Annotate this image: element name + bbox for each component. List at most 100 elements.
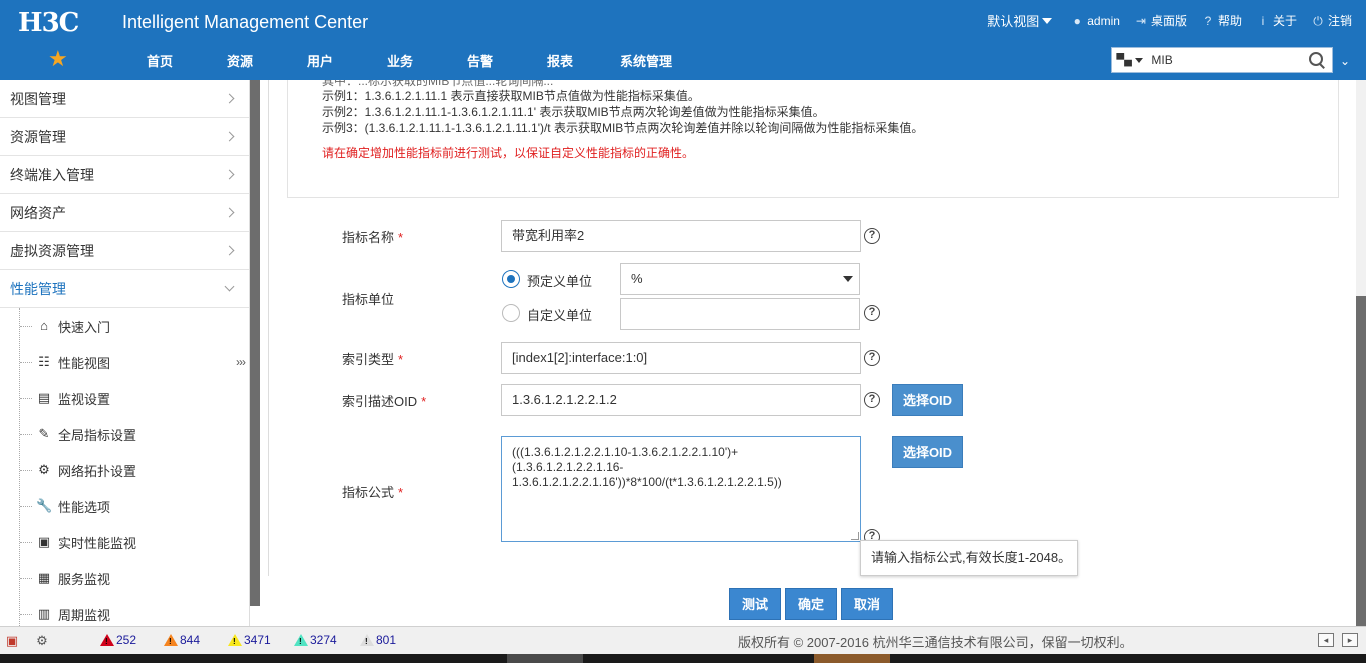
search-box: ▀▄ — [1111, 47, 1333, 73]
sub-item-quick-start[interactable]: ⌂ 快速入门 — [0, 308, 249, 344]
help-icon[interactable]: ? — [864, 305, 880, 321]
index-type-input[interactable]: [index1[2]:interface:1:0] — [501, 342, 861, 374]
name-input[interactable]: 带宽利用率2 — [501, 220, 861, 252]
sidebar-item-virtual-resource[interactable]: 虚拟资源管理 — [0, 232, 249, 270]
formula-label: 指标公式 * — [342, 482, 403, 501]
index-oid-input[interactable]: 1.3.6.1.2.1.2.2.1.2 — [501, 384, 861, 416]
sidebar-item-label: 性能管理 — [10, 280, 66, 297]
index-oid-label: 索引描述OID * — [342, 391, 426, 410]
taskbar-item[interactable] — [507, 654, 583, 663]
about-link[interactable]: i 关于 — [1256, 12, 1297, 29]
nav-item-system[interactable]: 系统管理 — [600, 51, 692, 70]
alarm-warning[interactable]: ! 3274 — [294, 633, 337, 647]
alarm-info-count: 801 — [376, 633, 397, 647]
critical-alarm-icon: ! — [100, 634, 114, 646]
unit-predefined-select[interactable]: % — [620, 263, 860, 295]
view-select[interactable]: 默认视图 — [987, 11, 1053, 30]
desktop-label: 桌面版 — [1150, 14, 1187, 28]
sidebar-item-label: 网络资产 — [10, 204, 66, 221]
main-nav: ★ 首页 资源 用户 业务 告警 报表 系统管理 ▀▄ ⌄ — [0, 40, 1366, 80]
ok-button[interactable]: 确定 — [785, 588, 837, 620]
top-right-menu: 默认视图 ● admin ⇥ 桌面版 ? 帮助 i 关于 ⏻ 注销 — [987, 11, 1352, 30]
nav-items: 首页 资源 用户 业务 告警 报表 系统管理 — [120, 40, 692, 80]
help-icon[interactable]: ? — [864, 350, 880, 366]
formula-line: (((1.3.6.1.2.1.2.2.1.10-1.3.6.2.1.2.2.1.… — [512, 445, 739, 459]
nav-item-report[interactable]: 报表 — [520, 51, 600, 70]
collapse-left-icon[interactable]: ◂ — [1318, 633, 1334, 647]
required-mark: * — [421, 394, 427, 409]
settings-gear-icon[interactable]: ⚙ — [34, 633, 50, 649]
nav-item-service[interactable]: 业务 — [360, 51, 440, 70]
sidebar-item-label: 虚拟资源管理 — [10, 242, 94, 259]
search-icon[interactable] — [1306, 49, 1328, 71]
power-icon: ⏻ — [1313, 13, 1323, 28]
sub-item-global-index[interactable]: ✎ 全局指标设置 — [0, 416, 249, 452]
taskbar-item[interactable] — [814, 654, 890, 663]
h3c-logo[interactable]: H3C — [18, 8, 79, 38]
name-label-text: 指标名称 — [342, 230, 395, 245]
user-name: admin — [1087, 13, 1120, 28]
logout-link[interactable]: ⏻ 注销 — [1311, 12, 1352, 29]
nav-item-resource[interactable]: 资源 — [200, 51, 280, 70]
list-view-icon: ☷ — [38, 354, 50, 369]
unit-custom-input[interactable] — [620, 298, 860, 330]
info-icon: i — [1261, 13, 1265, 28]
alarm-minor-count: 3471 — [244, 633, 271, 647]
search-type-select[interactable]: ▀▄ — [1112, 48, 1147, 72]
formula-textarea[interactable]: (((1.3.6.1.2.1.2.2.1.10-1.3.6.2.1.2.2.1.… — [501, 436, 861, 542]
cancel-button[interactable]: 取消 — [841, 588, 893, 620]
chevron-down-icon — [224, 281, 235, 292]
collapse-chevron-icon[interactable]: ⌄ — [1340, 54, 1350, 68]
expand-more-icon[interactable]: ››› — [236, 355, 246, 369]
help-icon[interactable]: ? — [864, 392, 880, 408]
os-taskbar — [0, 654, 1366, 663]
content-scrollbar[interactable] — [1356, 80, 1366, 626]
alarm-major[interactable]: ! 844 — [164, 633, 200, 647]
sub-item-monitor-settings[interactable]: ▤ 监视设置 — [0, 380, 249, 416]
sidebar-item-resource-mgmt[interactable]: 资源管理 — [0, 118, 249, 156]
unit-custom-radio[interactable] — [502, 304, 520, 322]
user-menu[interactable]: ● admin — [1070, 14, 1120, 28]
sub-item-periodic-monitor[interactable]: ▥ 周期监视 — [0, 596, 249, 626]
app-title: Intelligent Management Center — [122, 12, 369, 32]
chevron-right-icon — [224, 93, 235, 104]
sidebar-item-network-assets[interactable]: 网络资产 — [0, 194, 249, 232]
sidebar-scrollbar[interactable] — [250, 80, 260, 606]
help-link[interactable]: ? 帮助 — [1201, 12, 1242, 29]
desktop-link[interactable]: ⇥ 桌面版 — [1134, 12, 1187, 29]
alarm-minor[interactable]: ! 3471 — [228, 633, 271, 647]
sidebar-item-performance[interactable]: 性能管理 — [0, 270, 249, 308]
sub-item-realtime-monitor[interactable]: ▣ 实时性能监视 — [0, 524, 249, 560]
copyright-text: 版权所有 © 2007-2016 杭州华三通信技术有限公司，保留一切权利。 — [738, 635, 1133, 650]
nav-item-home[interactable]: 首页 — [120, 51, 200, 70]
test-button[interactable]: 测试 — [729, 588, 781, 620]
sidebar-item-view-mgmt[interactable]: 视图管理 — [0, 80, 249, 118]
required-mark: * — [398, 230, 404, 245]
index-type-label: 索引类型 * — [342, 349, 403, 368]
sub-item-label: 实时性能监视 — [58, 535, 137, 551]
formula-label-text: 指标公式 — [342, 485, 395, 500]
nav-item-alarm[interactable]: 告警 — [440, 51, 520, 70]
content-scrollbar-thumb[interactable] — [1356, 296, 1366, 626]
alarm-info[interactable]: ! 801 — [360, 633, 396, 647]
favorite-star-icon[interactable]: ★ — [48, 46, 68, 72]
sub-item-performance-options[interactable]: 🔧 性能选项 — [0, 488, 249, 524]
chevron-right-icon — [224, 245, 235, 256]
nav-item-user[interactable]: 用户 — [280, 51, 360, 70]
sub-item-topology-settings[interactable]: ⚙ 网络拓扑设置 — [0, 452, 249, 488]
sub-item-service-monitor[interactable]: ▦ 服务监视 — [0, 560, 249, 596]
unit-predefined-radio[interactable] — [502, 270, 520, 288]
formula-line: (1.3.6.1.2.1.2.2.1.16- — [512, 460, 624, 474]
select-oid-button[interactable]: 选择OID — [892, 384, 963, 416]
sub-item-performance-view[interactable]: ☷ 性能视图 ››› — [0, 344, 249, 380]
select-oid-button-2[interactable]: 选择OID — [892, 436, 963, 468]
window-icon[interactable]: ▣ — [4, 633, 20, 649]
main-content: 其中：...标示获取的MIB节点值...轮询间隔... 示例1：1.3.6.1.… — [268, 80, 1356, 576]
alarm-critical[interactable]: ! 252 — [100, 633, 136, 647]
resize-grip-icon[interactable] — [851, 532, 859, 540]
sidebar-item-terminal-access[interactable]: 终端准入管理 — [0, 156, 249, 194]
search-input[interactable] — [1147, 49, 1307, 71]
expand-icon[interactable]: ▸ — [1342, 633, 1358, 647]
help-icon[interactable]: ? — [864, 228, 880, 244]
monitor-settings-icon: ▤ — [37, 390, 51, 405]
